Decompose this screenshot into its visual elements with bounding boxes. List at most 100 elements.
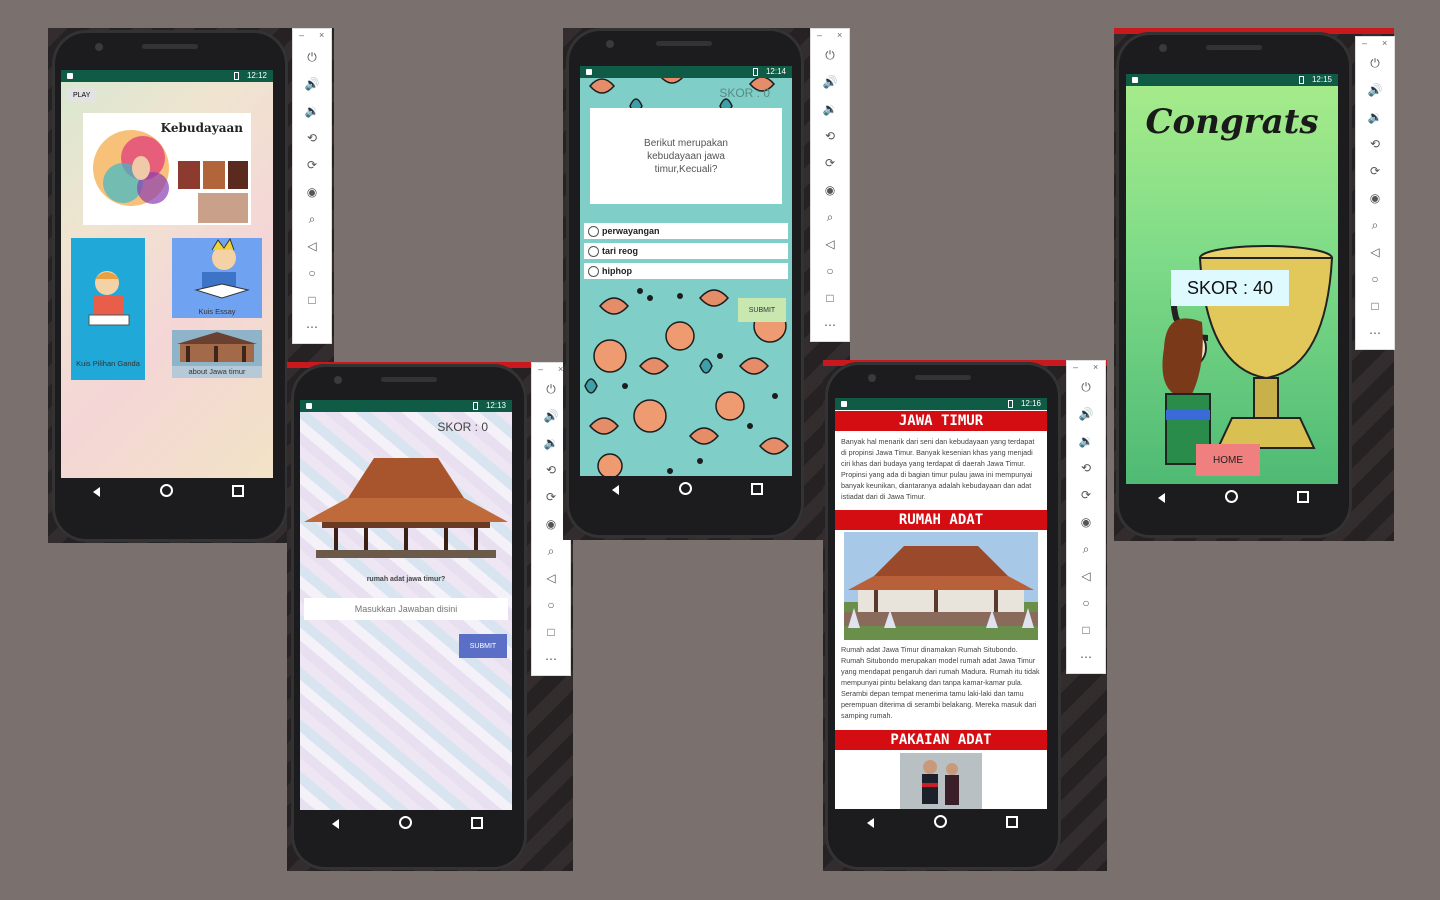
back-tool-icon[interactable]: ◁ [1067,566,1105,586]
back-tool-icon[interactable]: ◁ [532,568,570,588]
nav-bar-3 [580,480,792,500]
back-tool-icon[interactable]: ◁ [293,236,331,256]
home-icon[interactable] [386,816,426,832]
power-icon[interactable]: ⏻ [293,47,331,67]
home-screen: 12:12 PLAY Kebudayaan Kuis Pilihan Ganda… [61,70,273,478]
overview-tool-icon[interactable]: □ [532,622,570,642]
camera-icon[interactable]: ◉ [811,180,849,200]
pakaian-adat-image [900,753,982,809]
radio-icon[interactable] [588,266,599,277]
zoom-icon[interactable]: ⌕ [1356,215,1394,235]
volume-up-icon[interactable]: 🔊 [1067,404,1105,424]
phone-1: 12:12 PLAY Kebudayaan Kuis Pilihan Ganda… [52,30,288,542]
option-tari-reog[interactable]: tari reog [584,243,788,259]
essay-answer-input[interactable] [304,598,508,620]
recents-icon[interactable] [457,816,497,832]
home-icon[interactable] [1212,490,1252,506]
section-jawa-timur-text: Banyak hal menarik dari seni dan kebuday… [841,437,1035,501]
power-icon[interactable]: ⏻ [811,45,849,65]
back-icon[interactable] [850,815,890,831]
recents-icon[interactable] [992,815,1032,831]
camera-icon[interactable]: ◉ [1067,512,1105,532]
overview-tool-icon[interactable]: □ [811,288,849,308]
overview-tool-icon[interactable]: □ [1067,620,1105,640]
home-icon[interactable] [666,482,706,498]
volume-down-icon[interactable]: 🔉 [1356,107,1394,127]
zoom-icon[interactable]: ⌕ [532,541,570,561]
back-icon[interactable] [315,816,355,832]
home-icon[interactable] [921,815,961,831]
option-hiphop[interactable]: hiphop [584,263,788,279]
boy-reading-icon [194,237,250,299]
home-tool-icon[interactable]: ○ [1067,593,1105,613]
about-screen: 12:16 JAWA TIMUR Banyak hal menarik dari… [835,398,1047,809]
home-tool-icon[interactable]: ○ [293,263,331,283]
zoom-icon[interactable]: ⌕ [811,207,849,227]
volume-down-icon[interactable]: 🔉 [1067,431,1105,451]
recents-icon[interactable] [1283,490,1323,506]
nav-bar-4 [835,813,1047,833]
camera-icon[interactable]: ◉ [293,182,331,202]
home-icon[interactable] [147,484,187,500]
menu-essay[interactable]: Kuis Essay [172,237,262,318]
result-screen: 12:15 Congrats SKOR : 40 HOME [1126,74,1338,484]
home-button[interactable]: HOME [1196,444,1260,476]
phone-2: 12:13 SKOR : 0 rumah adat jawa timur? SU… [291,364,527,870]
back-icon[interactable] [1141,490,1181,506]
menu-about-label: about Jawa timur [188,367,246,376]
recents-icon[interactable] [737,482,777,498]
emulator-toolbar-1: – × ⏻ 🔊 🔉 ⟲ ⟳ ◉ ⌕ ◁ ○ □ ⋯ [292,28,332,344]
more-icon[interactable]: ⋯ [1356,323,1394,343]
phone-3: 12:14 SKOR : 0 Berikut merupakan kebuday… [566,28,804,538]
volume-up-icon[interactable]: 🔊 [1356,80,1394,100]
menu-multiple-choice[interactable]: Kuis Pilihan Ganda [71,238,145,380]
section-rumah-adat-title: RUMAH ADAT [835,510,1047,530]
rotate-right-icon[interactable]: ⟳ [1067,485,1105,505]
volume-down-icon[interactable]: 🔉 [293,101,331,121]
rotate-left-icon[interactable]: ⟲ [811,126,849,146]
trophy-illustration [1162,245,1334,465]
rotate-right-icon[interactable]: ⟳ [811,153,849,173]
power-icon[interactable]: ⏻ [1067,377,1105,397]
congrats-title: Congrats [1145,102,1319,142]
home-tool-icon[interactable]: ○ [532,595,570,615]
recents-icon[interactable] [218,484,258,500]
phone-5: 12:15 Congrats SKOR : 40 HOME [1116,32,1352,538]
play-button[interactable]: PLAY [67,88,95,102]
radio-icon[interactable] [588,226,599,237]
rotate-right-icon[interactable]: ⟳ [1356,161,1394,181]
more-icon[interactable]: ⋯ [293,317,331,337]
quiz-submit-button[interactable]: SUBMIT [738,298,786,322]
overview-tool-icon[interactable]: □ [1356,296,1394,316]
back-icon[interactable] [76,484,116,500]
zoom-icon[interactable]: ⌕ [1067,539,1105,559]
emulator-toolbar-4: – × ⏻ 🔊 🔉 ⟲ ⟳ ◉ ⌕ ◁ ○ □ ⋯ [1066,360,1106,674]
volume-up-icon[interactable]: 🔊 [811,72,849,92]
pendopo-image [172,330,262,366]
menu-about[interactable]: about Jawa timur [172,330,262,378]
banner-title: Kebudayaan [160,121,243,135]
overview-tool-icon[interactable]: □ [293,290,331,310]
radio-icon[interactable] [588,246,599,257]
essay-submit-button[interactable]: SUBMIT [459,634,507,658]
rotate-left-icon[interactable]: ⟲ [1356,134,1394,154]
back-tool-icon[interactable]: ◁ [1356,242,1394,262]
camera-icon[interactable]: ◉ [1356,188,1394,208]
emulator-toolbar-5: – × ⏻ 🔊 🔉 ⟲ ⟳ ◉ ⌕ ◁ ○ □ ⋯ [1355,36,1395,350]
more-icon[interactable]: ⋯ [532,649,570,669]
rotate-left-icon[interactable]: ⟲ [1067,458,1105,478]
rotate-right-icon[interactable]: ⟳ [293,155,331,175]
home-tool-icon[interactable]: ○ [1356,269,1394,289]
zoom-icon[interactable]: ⌕ [293,209,331,229]
volume-down-icon[interactable]: 🔉 [811,99,849,119]
volume-up-icon[interactable]: 🔊 [293,74,331,94]
power-icon[interactable]: ⏻ [1356,53,1394,73]
option-perwayangan[interactable]: perwayangan [584,223,788,239]
student-reading-icon [88,271,130,326]
back-tool-icon[interactable]: ◁ [811,234,849,254]
home-tool-icon[interactable]: ○ [811,261,849,281]
more-icon[interactable]: ⋯ [1067,647,1105,667]
rotate-left-icon[interactable]: ⟲ [293,128,331,148]
back-icon[interactable] [595,482,635,498]
more-icon[interactable]: ⋯ [811,315,849,335]
